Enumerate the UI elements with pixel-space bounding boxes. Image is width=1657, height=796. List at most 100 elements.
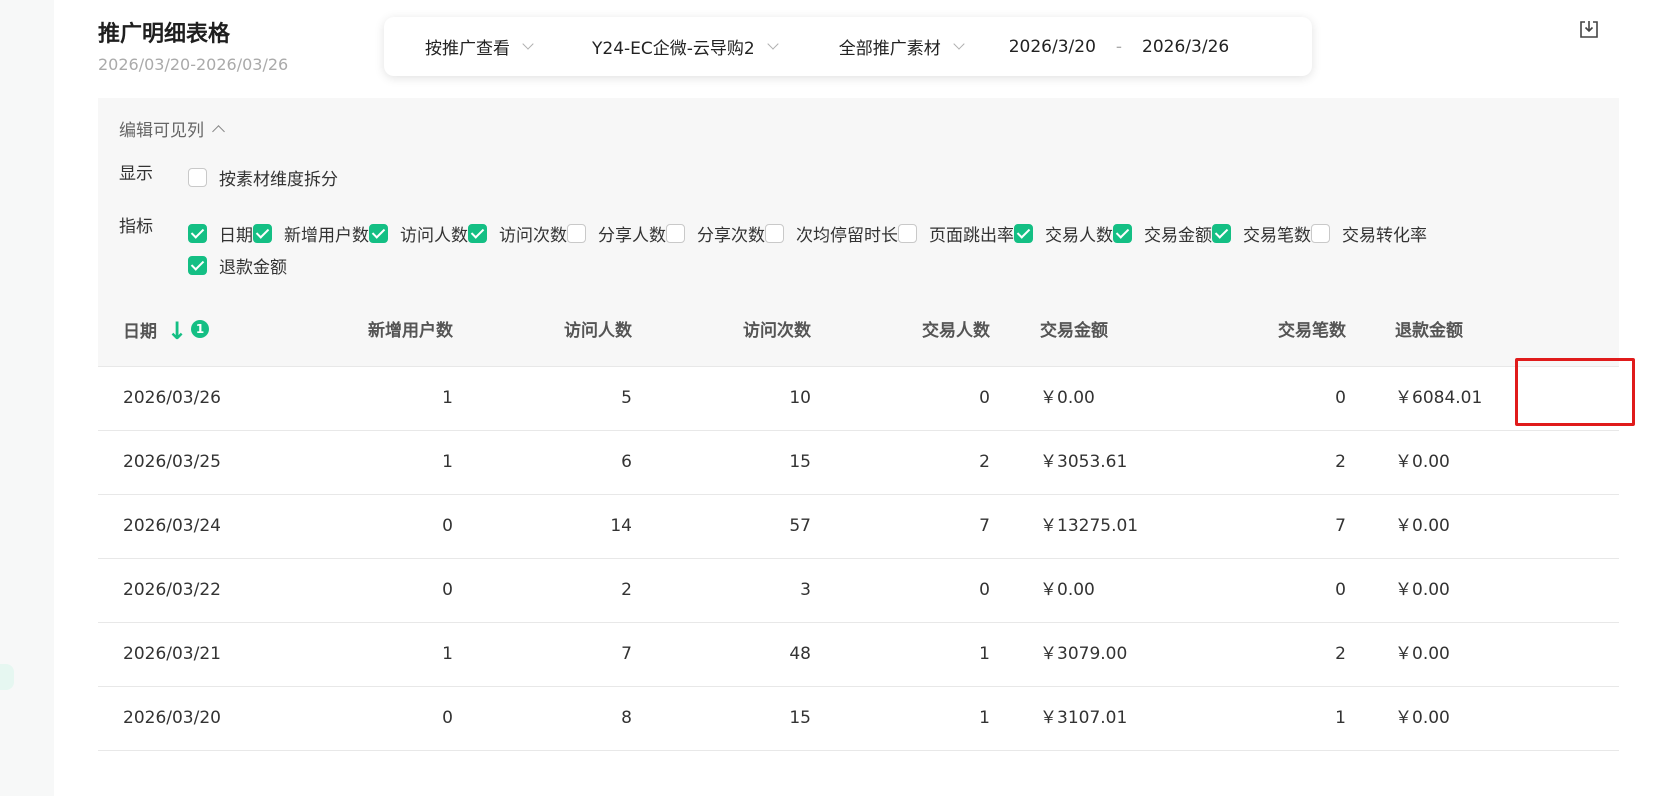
metric-option[interactable]: 分享次数	[666, 222, 765, 246]
view-by-value: 按推广查看	[425, 39, 510, 59]
checkbox[interactable]	[567, 223, 586, 243]
checkbox-checked[interactable]	[468, 223, 487, 243]
metric-option[interactable]: 退款金额	[188, 254, 1608, 278]
table-cell: 0	[979, 580, 990, 600]
table-cell: ￥0.00	[1395, 708, 1450, 728]
column-header-label: 访问次数	[743, 321, 811, 341]
left-sidebar	[0, 0, 54, 796]
date-separator: -	[1115, 36, 1123, 57]
table-cell: 15	[789, 452, 811, 472]
column-header-label: 交易人数	[922, 321, 990, 341]
metric-option[interactable]: 访问人数	[369, 222, 468, 246]
table-cell: ￥3079.00	[1040, 644, 1128, 664]
metric-label: 日期	[219, 225, 253, 246]
metric-option[interactable]: 新增用户数	[253, 222, 369, 246]
column-header[interactable]: 交易金额	[1040, 296, 1108, 367]
table-body: 2026/03/26 1 5 10 0 ￥0.00 0 ￥6084.01 2026/03/25 1…	[98, 367, 1619, 751]
checkbox-checked[interactable]	[188, 255, 207, 275]
table-cell: ￥0.00	[1395, 644, 1450, 664]
export-button[interactable]	[1578, 18, 1600, 40]
column-header[interactable]: 交易人数	[922, 296, 990, 367]
end-date[interactable]: 2026/3/26	[1142, 37, 1229, 57]
metric-label: 新增用户数	[284, 225, 369, 246]
column-header[interactable]: 退款金额	[1395, 296, 1463, 367]
column-header-label: 交易笔数	[1278, 321, 1346, 341]
material-select[interactable]: 全部推广素材	[839, 34, 965, 59]
table-cell: ￥0.00	[1040, 388, 1095, 408]
campaign-select[interactable]: Y24-EC企微-云导购2	[592, 34, 779, 59]
table-cell: ￥0.00	[1395, 516, 1450, 536]
metric-option[interactable]: 交易转化率	[1311, 222, 1427, 246]
page-title: 推广明细表格	[98, 22, 231, 47]
column-header[interactable]: 访问次数	[743, 296, 811, 367]
table-row: 2026/03/22 0 2 3 0 ￥0.00 0 ￥0.00	[98, 559, 1619, 623]
metrics-label: 指标	[119, 217, 153, 237]
table-cell: 1	[442, 388, 453, 408]
metric-option[interactable]: 页面跳出率	[898, 222, 1014, 246]
table-cell: 57	[789, 516, 811, 536]
metric-label: 页面跳出率	[929, 225, 1014, 246]
table-cell: 2026/03/22	[123, 580, 221, 600]
metric-option[interactable]: 交易人数	[1014, 222, 1113, 246]
table-cell: 8	[621, 708, 632, 728]
checkbox-checked[interactable]	[369, 223, 388, 243]
table-cell: 7	[621, 644, 632, 664]
table-cell: 5	[621, 388, 632, 408]
column-editor-panel: 编辑可见列 显示 按素材维度拆分 指标 日期 新增用户数 访问人数 访问次数 分享人数 分…	[98, 98, 1619, 296]
column-header[interactable]: 访问人数	[564, 296, 632, 367]
start-date[interactable]: 2026/3/20	[1009, 37, 1096, 57]
checkbox[interactable]	[765, 223, 784, 243]
table-cell: 2026/03/24	[123, 516, 221, 536]
metric-option[interactable]: 次均停留时长	[765, 222, 898, 246]
metric-option[interactable]: 分享人数	[567, 222, 666, 246]
view-by-select[interactable]: 按推广查看	[425, 34, 534, 59]
table-cell: 0	[1335, 580, 1346, 600]
column-header[interactable]: 交易笔数	[1278, 296, 1346, 367]
column-header-label: 新增用户数	[368, 321, 453, 341]
table-cell: 2026/03/26	[123, 388, 221, 408]
checkbox[interactable]	[1311, 223, 1330, 243]
table-cell: 3	[800, 580, 811, 600]
checkbox[interactable]	[188, 168, 207, 187]
metric-label: 分享次数	[697, 225, 765, 246]
main-content: 推广明细表格 2026/03/20-2026/03/26 按推广查看 Y24-E…	[54, 0, 1657, 796]
checkbox[interactable]	[666, 223, 685, 243]
column-header[interactable]: 新增用户数	[368, 296, 453, 367]
table-cell: ￥0.00	[1040, 580, 1095, 600]
table-cell: 0	[1335, 388, 1346, 408]
column-header-label: 访问人数	[564, 321, 632, 341]
split-by-material-option[interactable]: 按素材维度拆分	[188, 165, 338, 190]
edit-columns-toggle[interactable]: 编辑可见列	[119, 116, 225, 141]
table-cell: 1	[979, 644, 990, 664]
column-header-label: 退款金额	[1395, 321, 1463, 341]
chevron-down-icon	[953, 38, 965, 50]
checkbox-checked[interactable]	[1212, 223, 1231, 243]
edit-columns-label: 编辑可见列	[119, 121, 204, 141]
table-cell: 2026/03/25	[123, 452, 221, 472]
date-range-picker[interactable]: 2026/3/20 - 2026/3/26	[1009, 37, 1229, 57]
metric-label: 分享人数	[598, 225, 666, 246]
table-cell: ￥3053.61	[1040, 452, 1128, 472]
checkbox-checked[interactable]	[253, 223, 272, 243]
metric-label: 退款金额	[219, 257, 287, 278]
column-header[interactable]: 日期 ↓ 1	[123, 296, 210, 367]
metrics-checkbox-list: 日期 新增用户数 访问人数 访问次数 分享人数 分享次数 次均停留时长 页面跳出率 交易人数 交易…	[188, 222, 1608, 278]
metric-label: 交易人数	[1045, 225, 1113, 246]
metric-label: 访问人数	[400, 225, 468, 246]
checkbox-checked[interactable]	[188, 223, 207, 243]
table-row: 2026/03/20 0 8 15 1 ￥3107.01 1 ￥0.00	[98, 687, 1619, 751]
metric-label: 访问次数	[499, 225, 567, 246]
metric-option[interactable]: 访问次数	[468, 222, 567, 246]
chevron-down-icon	[522, 38, 534, 50]
display-label: 显示	[119, 164, 153, 184]
metric-option[interactable]: 交易金额	[1113, 222, 1212, 246]
metric-option[interactable]: 交易笔数	[1212, 222, 1311, 246]
metric-option[interactable]: 日期	[188, 222, 253, 246]
table-cell: 7	[1335, 516, 1346, 536]
checkbox-checked[interactable]	[1113, 223, 1132, 243]
checkbox[interactable]	[898, 223, 917, 243]
arrow-down-icon[interactable]: ↓	[167, 296, 187, 367]
checkbox-checked[interactable]	[1014, 223, 1033, 243]
table-cell: ￥0.00	[1395, 580, 1450, 600]
table-cell: 0	[442, 516, 453, 536]
